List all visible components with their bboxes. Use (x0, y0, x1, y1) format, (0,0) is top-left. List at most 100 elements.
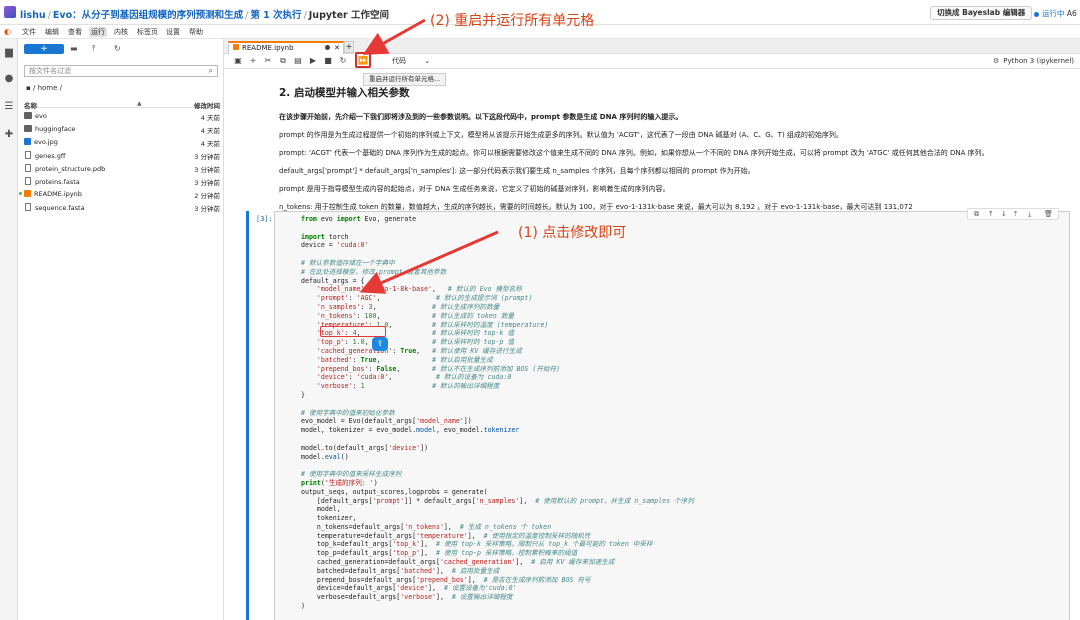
file-browser: + ▬ ⤒ ↻ 按文件名过滤 ⌕ ▪ / home / 名称 ▲ 修改时间 evo… (18, 39, 224, 620)
file-row[interactable]: protein_structure.pdb 3 分钟前 (24, 164, 220, 176)
status-text: 运行中 (1042, 9, 1065, 18)
prompt-edit-highlight (320, 326, 386, 337)
breadcrumb-execution[interactable]: 第 1 次执行 (250, 10, 301, 21)
kernel-name: Python 3 (ipykernel) (1003, 57, 1074, 65)
menu-run[interactable]: 运行 (89, 27, 107, 37)
new-folder-icon[interactable]: ▬ (70, 44, 78, 53)
folder-icon[interactable]: ▆ (3, 47, 15, 59)
move-down-icon[interactable]: ↓ (1001, 210, 1007, 218)
folder-icon (24, 125, 32, 132)
current-path[interactable]: ▪ / home / (26, 84, 62, 92)
file-name: README.ipynb (34, 190, 82, 198)
chevron-down-icon: ⌄ (424, 57, 431, 65)
breadcrumb-project[interactable]: Evo：从分子到基因组规模的序列预测和生成 (53, 10, 243, 21)
col-modified[interactable]: 修改时间 (194, 100, 220, 110)
upload-icon[interactable]: ⤒ (92, 44, 96, 54)
menu-tabs[interactable]: 标签页 (137, 27, 158, 37)
breadcrumb-user[interactable]: lishu (20, 10, 46, 21)
tab-readme[interactable]: README.ipynb ✕ (228, 41, 344, 54)
file-row[interactable]: proteins.fasta 3 分钟前 (24, 177, 220, 189)
duplicate-icon[interactable]: ⧉ (974, 210, 979, 219)
file-icon (25, 203, 31, 211)
file-time: 4 天前 (200, 114, 220, 122)
running-icon[interactable]: ● (3, 73, 15, 85)
active-cell-bar (246, 211, 249, 620)
paragraph: default_args['prompt'] * default_args['n… (279, 167, 755, 175)
paragraph: prompt 的作用是为生成过程提供一个初始的序列或上下文，模型将从该提示开始生… (279, 131, 843, 139)
cell-type-select[interactable]: 代码 ⌄ (392, 56, 430, 66)
file-time: 3 分钟前 (194, 166, 220, 174)
file-name: sequence.fasta (35, 204, 85, 212)
cell-toolbar: ⧉ ↑ ↓ ⤒ ⤓ 🗑 (967, 208, 1059, 220)
file-time: 3 分钟前 (194, 205, 220, 213)
menu-file[interactable]: 文件 (22, 27, 36, 37)
file-icon (25, 151, 31, 159)
unsaved-dot-icon (325, 45, 330, 50)
notebook-icon (233, 44, 239, 50)
insert-cell-icon[interactable]: + (247, 55, 259, 67)
file-row[interactable]: huggingface 4 天前 (24, 125, 220, 137)
extension-icon[interactable]: ✚ (3, 129, 15, 141)
kernel-indicator[interactable]: ⚙ Python 3 (ipykernel) (993, 57, 1074, 65)
file-row[interactable]: README.ipynb 2 分钟前 (19, 190, 220, 202)
file-time: 4 天前 (200, 140, 220, 148)
insert-above-icon[interactable]: ⤒ (1014, 210, 1017, 219)
switch-editor-button[interactable]: 切换成 Bayeslab 编辑器 (930, 6, 1033, 20)
insert-below-icon[interactable]: ⤓ (1028, 210, 1031, 219)
annotation-restart: (2) 重启并运行所有单元格 (430, 13, 595, 29)
file-name: proteins.fasta (35, 178, 80, 186)
stop-icon[interactable]: ■ (322, 55, 334, 67)
new-launcher-button[interactable]: + (24, 44, 64, 54)
menu-edit[interactable]: 编辑 (45, 27, 59, 37)
folder-icon (24, 112, 32, 119)
code-cell[interactable]: [3]: ⧉ ↑ ↓ ⤒ ⤓ 🗑 from evo import Evo, ge… (246, 208, 1080, 620)
paragraph: prompt 是用于指导模型生成内容的起始点，对于 DNA 生成任务来说，它定义… (279, 185, 670, 193)
file-time: 3 分钟前 (194, 153, 220, 161)
path-text: / home / (32, 84, 62, 92)
menu-view[interactable]: 查看 (68, 27, 82, 37)
status-extra: A6 (1066, 9, 1077, 18)
restart-button-highlight (355, 52, 371, 68)
notebook-toolbar: ▣ + ✂ ⧉ ▤ ▶ ■ ↻ ⏩ 代码 ⌄ ⚙ Python 3 (ipyker… (224, 54, 1080, 69)
file-name: genes.gff (35, 152, 66, 160)
file-row[interactable]: evo 4 天前 (24, 112, 220, 124)
app-logo-icon (4, 6, 16, 18)
new-tab-button[interactable]: + (344, 41, 354, 53)
paste-icon[interactable]: ▤ (292, 55, 304, 67)
menu-kernel[interactable]: 内核 (114, 27, 128, 37)
file-icon (25, 164, 31, 172)
copy-icon[interactable]: ⧉ (277, 55, 289, 67)
code-editor[interactable]: ⧉ ↑ ↓ ⤒ ⤓ 🗑 from evo import Evo, generat… (274, 208, 1070, 620)
notebook-icon (24, 190, 31, 197)
save-icon[interactable]: ▣ (232, 55, 244, 67)
sort-up-icon[interactable]: ▲ (137, 100, 142, 107)
tab-bar: README.ipynb ✕ + (224, 39, 1080, 54)
search-icon: ⌕ (208, 66, 213, 75)
file-row[interactable]: sequence.fasta 3 分钟前 (24, 203, 220, 215)
code-content: from evo import Evo, generate import tor… (301, 215, 694, 611)
filter-input[interactable]: 按文件名过滤 ⌕ (24, 65, 218, 77)
toc-icon[interactable]: ☰ (3, 101, 15, 113)
gear-icon: ⚙ (993, 57, 1000, 65)
tab-label: README.ipynb (242, 44, 294, 52)
menu-help[interactable]: 帮助 (189, 27, 203, 37)
file-row[interactable]: evo.jpg 4 天前 (24, 138, 220, 150)
cursor-icon: ⇪ (372, 337, 388, 351)
refresh-icon[interactable]: ↻ (114, 44, 121, 53)
run-icon[interactable]: ▶ (307, 55, 319, 67)
restart-icon[interactable]: ↻ (337, 55, 349, 67)
running-dot-icon (19, 192, 22, 195)
col-name[interactable]: 名称 (24, 102, 37, 110)
file-icon (25, 177, 31, 185)
file-name: evo (35, 112, 47, 120)
menu-settings[interactable]: 设置 (166, 27, 180, 37)
file-row[interactable]: genes.gff 3 分钟前 (24, 151, 220, 163)
section-heading: 2. 启动模型并输入相关参数 (279, 87, 410, 99)
status-dot-icon (1034, 11, 1039, 17)
file-name: evo.jpg (34, 138, 58, 146)
delete-icon[interactable]: 🗑 (1044, 210, 1053, 218)
move-up-icon[interactable]: ↑ (988, 210, 994, 218)
cut-icon[interactable]: ✂ (262, 55, 274, 67)
file-name: huggingface (35, 125, 76, 133)
close-icon[interactable]: ✕ (334, 43, 340, 53)
